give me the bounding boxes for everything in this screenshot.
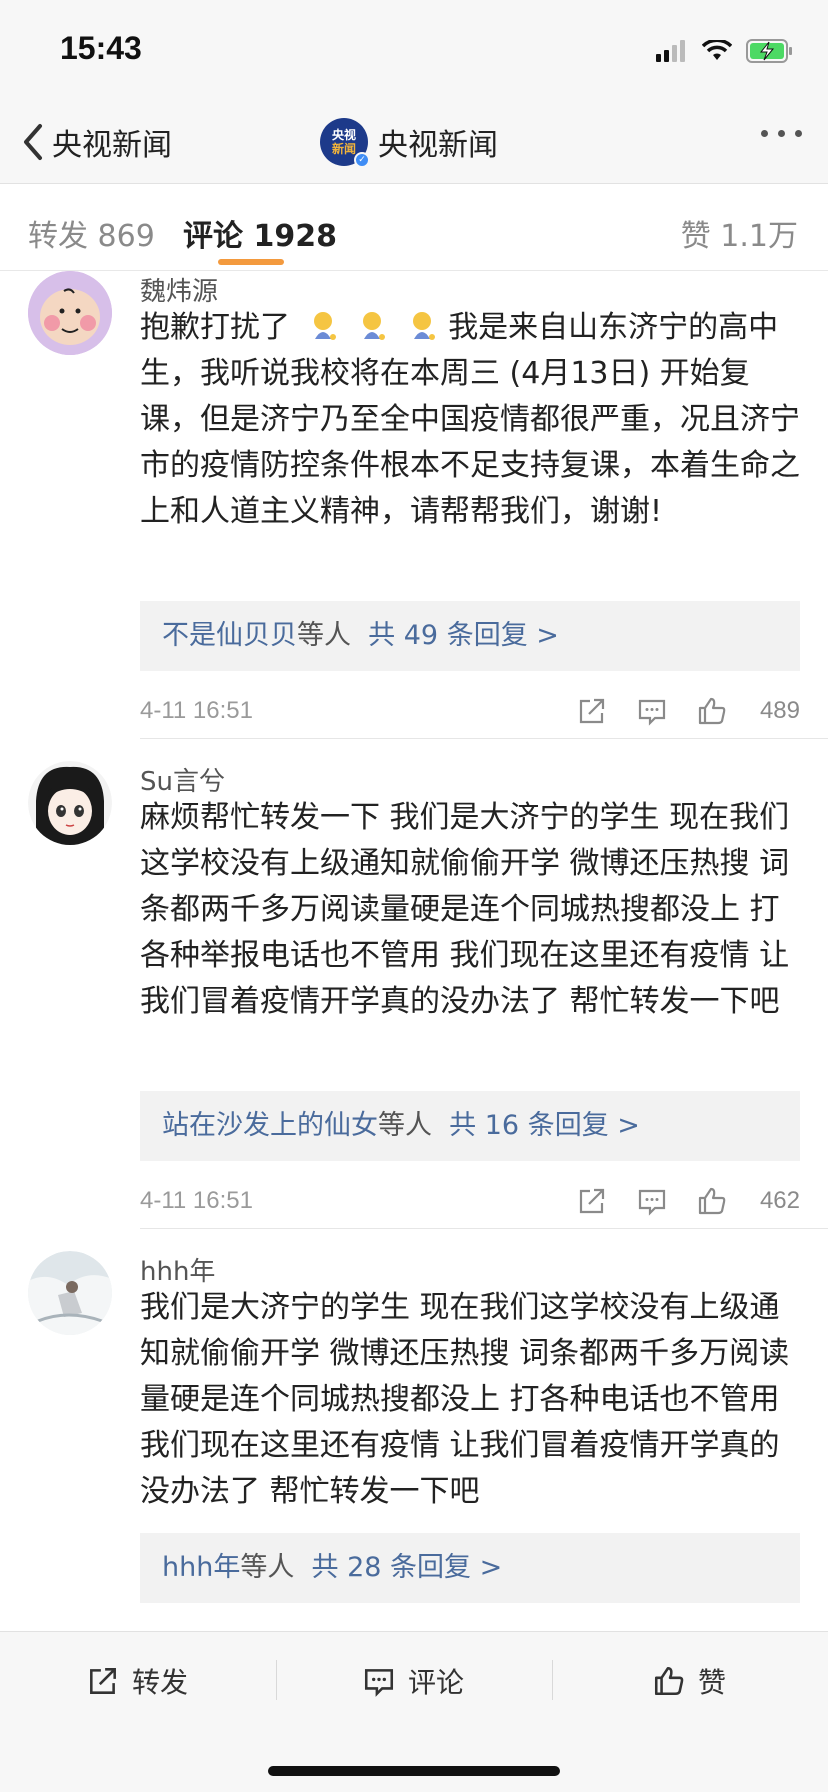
page-title: 央视新闻 bbox=[378, 128, 498, 163]
comment-meta: 4-11 16:51 489 bbox=[140, 691, 800, 731]
logo-text-1: 央视 bbox=[331, 128, 356, 142]
share-icon[interactable] bbox=[576, 695, 608, 727]
status-time: 15:43 bbox=[60, 30, 142, 66]
comment-username[interactable]: Su言兮 bbox=[140, 761, 225, 798]
reply-suffix: 等人 bbox=[240, 1552, 295, 1583]
comment-meta: 4-11 16:51 462 bbox=[140, 1181, 800, 1221]
nav-bar: 央视新闻 央视 新闻 ✓ 央视新闻 bbox=[0, 100, 828, 184]
comment-icon bbox=[364, 1669, 394, 1697]
cctv-news-logo: 央视 新闻 ✓ bbox=[320, 118, 370, 168]
comment-time: 4-11 16:51 bbox=[140, 1187, 253, 1214]
logo-text-2: 新闻 bbox=[331, 142, 356, 156]
tab-repost[interactable]: 转发 869 bbox=[28, 211, 155, 255]
comment-divider bbox=[140, 1228, 828, 1229]
comment-username[interactable]: 魏炜源 bbox=[140, 271, 218, 308]
pray-emoji-icon bbox=[306, 309, 340, 343]
comment-label: 评论 bbox=[408, 1666, 465, 1699]
verified-icon: ✓ bbox=[354, 152, 370, 168]
comment-content: 我们是大济宁的学生 现在我们这学校没有上级通知就偷偷开学 微博还压热搜 词条都两… bbox=[140, 1290, 790, 1509]
repost-button[interactable]: 转发 bbox=[86, 1658, 188, 1704]
reply-count[interactable]: 共 49 条回复 > bbox=[368, 620, 559, 651]
comment-button[interactable]: 评论 bbox=[362, 1658, 464, 1704]
reply-suffix: 等人 bbox=[297, 620, 351, 651]
share-icon[interactable] bbox=[576, 1185, 608, 1217]
tab-like[interactable]: 赞 1.1万 bbox=[681, 211, 798, 255]
chevron-left-icon bbox=[24, 124, 42, 160]
reply-username[interactable]: hhh年 bbox=[162, 1552, 240, 1583]
reply-username[interactable]: 站在沙发上的仙女 bbox=[162, 1110, 378, 1141]
more-dot-icon bbox=[778, 130, 785, 137]
tabs-bar: 转发 869 评论 1928 赞 1.1万 bbox=[0, 185, 828, 271]
more-dot-icon bbox=[795, 130, 802, 137]
comment-time: 4-11 16:51 bbox=[140, 697, 253, 724]
divider bbox=[552, 1660, 553, 1700]
tab-comment[interactable]: 评论 1928 bbox=[183, 211, 337, 255]
like-icon[interactable] bbox=[696, 695, 728, 727]
battery-charging-icon bbox=[746, 39, 792, 63]
anime-girl-avatar-icon[interactable] bbox=[28, 761, 112, 845]
share-icon bbox=[90, 1668, 116, 1694]
charlie-brown-avatar-icon[interactable] bbox=[28, 271, 112, 355]
divider bbox=[276, 1660, 277, 1700]
replies-preview[interactable]: hhh年等人 共 28 条回复 > bbox=[140, 1533, 800, 1603]
reply-username[interactable]: 不是仙贝贝 bbox=[162, 620, 297, 651]
reply-suffix: 等人 bbox=[378, 1110, 432, 1141]
like-count: 462 bbox=[759, 1187, 800, 1214]
like-count: 489 bbox=[759, 697, 800, 724]
home-indicator[interactable] bbox=[268, 1766, 560, 1776]
like-icon bbox=[654, 1666, 684, 1696]
more-options-button[interactable] bbox=[761, 130, 802, 137]
comment-content-prefix: 抱歉打扰了 bbox=[140, 310, 290, 345]
account-header[interactable]: 央视 新闻 ✓ 央视新闻 bbox=[320, 116, 498, 168]
pray-emoji-icon bbox=[405, 309, 439, 343]
pray-emoji-icon bbox=[355, 309, 389, 343]
reply-count[interactable]: 共 28 条回复 > bbox=[312, 1552, 503, 1583]
active-tab-indicator bbox=[218, 259, 284, 265]
replies-preview[interactable]: 不是仙贝贝等人 共 49 条回复 > bbox=[140, 601, 800, 671]
like-label: 赞 bbox=[698, 1666, 727, 1699]
more-dot-icon bbox=[761, 130, 768, 137]
signal-icon bbox=[656, 40, 685, 62]
comment-content: 麻烦帮忙转发一下 我们是大济宁的学生 现在我们这学校没有上级通知就偷偷开学 微博… bbox=[140, 800, 790, 1019]
comment-icon[interactable] bbox=[636, 1185, 668, 1217]
comment-list[interactable]: 魏炜源 抱歉打扰了 我是来自山东济宁的高中生，我听说我校将在本周三 (4月13日… bbox=[0, 271, 828, 1631]
comment-username[interactable]: hhh年 bbox=[140, 1251, 215, 1288]
replies-preview[interactable]: 站在沙发上的仙女等人 共 16 条回复 > bbox=[140, 1091, 800, 1161]
photo-avatar-icon[interactable] bbox=[28, 1251, 112, 1335]
status-icons bbox=[656, 36, 794, 66]
wifi-icon bbox=[702, 40, 732, 60]
like-icon[interactable] bbox=[696, 1185, 728, 1217]
reply-count[interactable]: 共 16 条回复 > bbox=[449, 1110, 640, 1141]
back-button[interactable]: 央视新闻 bbox=[22, 122, 172, 163]
comment-content: 抱歉打扰了 我是来自山东济宁的高中生，我听说我校将在本周三 (4月13日) 开始… bbox=[140, 305, 800, 581]
status-bar: 15:43 bbox=[0, 0, 828, 100]
back-label: 央视新闻 bbox=[52, 128, 172, 163]
repost-label: 转发 bbox=[132, 1666, 189, 1699]
comment-icon[interactable] bbox=[636, 695, 668, 727]
comment-divider bbox=[140, 738, 828, 739]
like-button[interactable]: 赞 bbox=[652, 1658, 726, 1704]
